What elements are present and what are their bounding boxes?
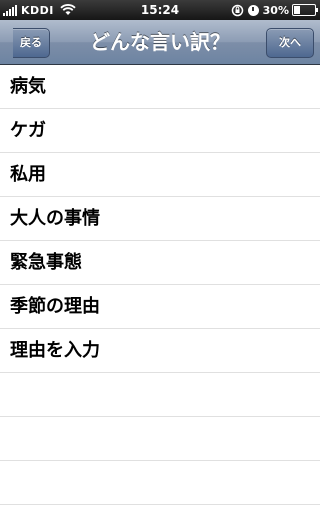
list-item-sick[interactable]: 病気 bbox=[0, 65, 320, 109]
list-item-emergency[interactable]: 緊急事態 bbox=[0, 241, 320, 285]
battery-fill bbox=[294, 6, 300, 14]
list-item-adult-circumstances[interactable]: 大人の事情 bbox=[0, 197, 320, 241]
list-item-enter-reason[interactable]: 理由を入力 bbox=[0, 329, 320, 373]
alarm-icon bbox=[247, 4, 259, 16]
page-title: どんな言い訳？ bbox=[90, 30, 230, 54]
list-item-label: 私用 bbox=[10, 164, 46, 185]
list-item-label: 理由を入力 bbox=[10, 340, 100, 361]
list-item-injury[interactable]: ケガ bbox=[0, 109, 320, 153]
list-item-seasonal-reason[interactable]: 季節の理由 bbox=[0, 285, 320, 329]
list-item-label: 大人の事情 bbox=[10, 208, 100, 229]
status-right: 30% bbox=[231, 3, 318, 17]
empty-row bbox=[0, 461, 320, 505]
empty-row bbox=[0, 417, 320, 461]
battery-percent: 30% bbox=[262, 3, 289, 17]
next-button[interactable]: 次へ bbox=[266, 28, 314, 58]
navigation-bar: 戻る どんな言い訳？ 次へ bbox=[0, 20, 320, 65]
empty-row bbox=[0, 373, 320, 417]
list-item-label: 緊急事態 bbox=[10, 252, 82, 273]
list-item-personal[interactable]: 私用 bbox=[0, 153, 320, 197]
list-item-label: 季節の理由 bbox=[10, 296, 100, 317]
back-button[interactable]: 戻る bbox=[13, 28, 50, 58]
rotation-lock-icon bbox=[231, 4, 243, 16]
battery-icon bbox=[292, 4, 318, 16]
reason-list: 病気 ケガ 私用 大人の事情 緊急事態 季節の理由 理由を入力 bbox=[0, 65, 320, 505]
status-bar: KDDI 15:24 30% bbox=[0, 0, 320, 20]
next-button-label: 次へ bbox=[279, 36, 301, 49]
list-item-label: 病気 bbox=[10, 76, 46, 97]
back-button-label: 戻る bbox=[20, 36, 42, 49]
list-item-label: ケガ bbox=[10, 120, 46, 141]
